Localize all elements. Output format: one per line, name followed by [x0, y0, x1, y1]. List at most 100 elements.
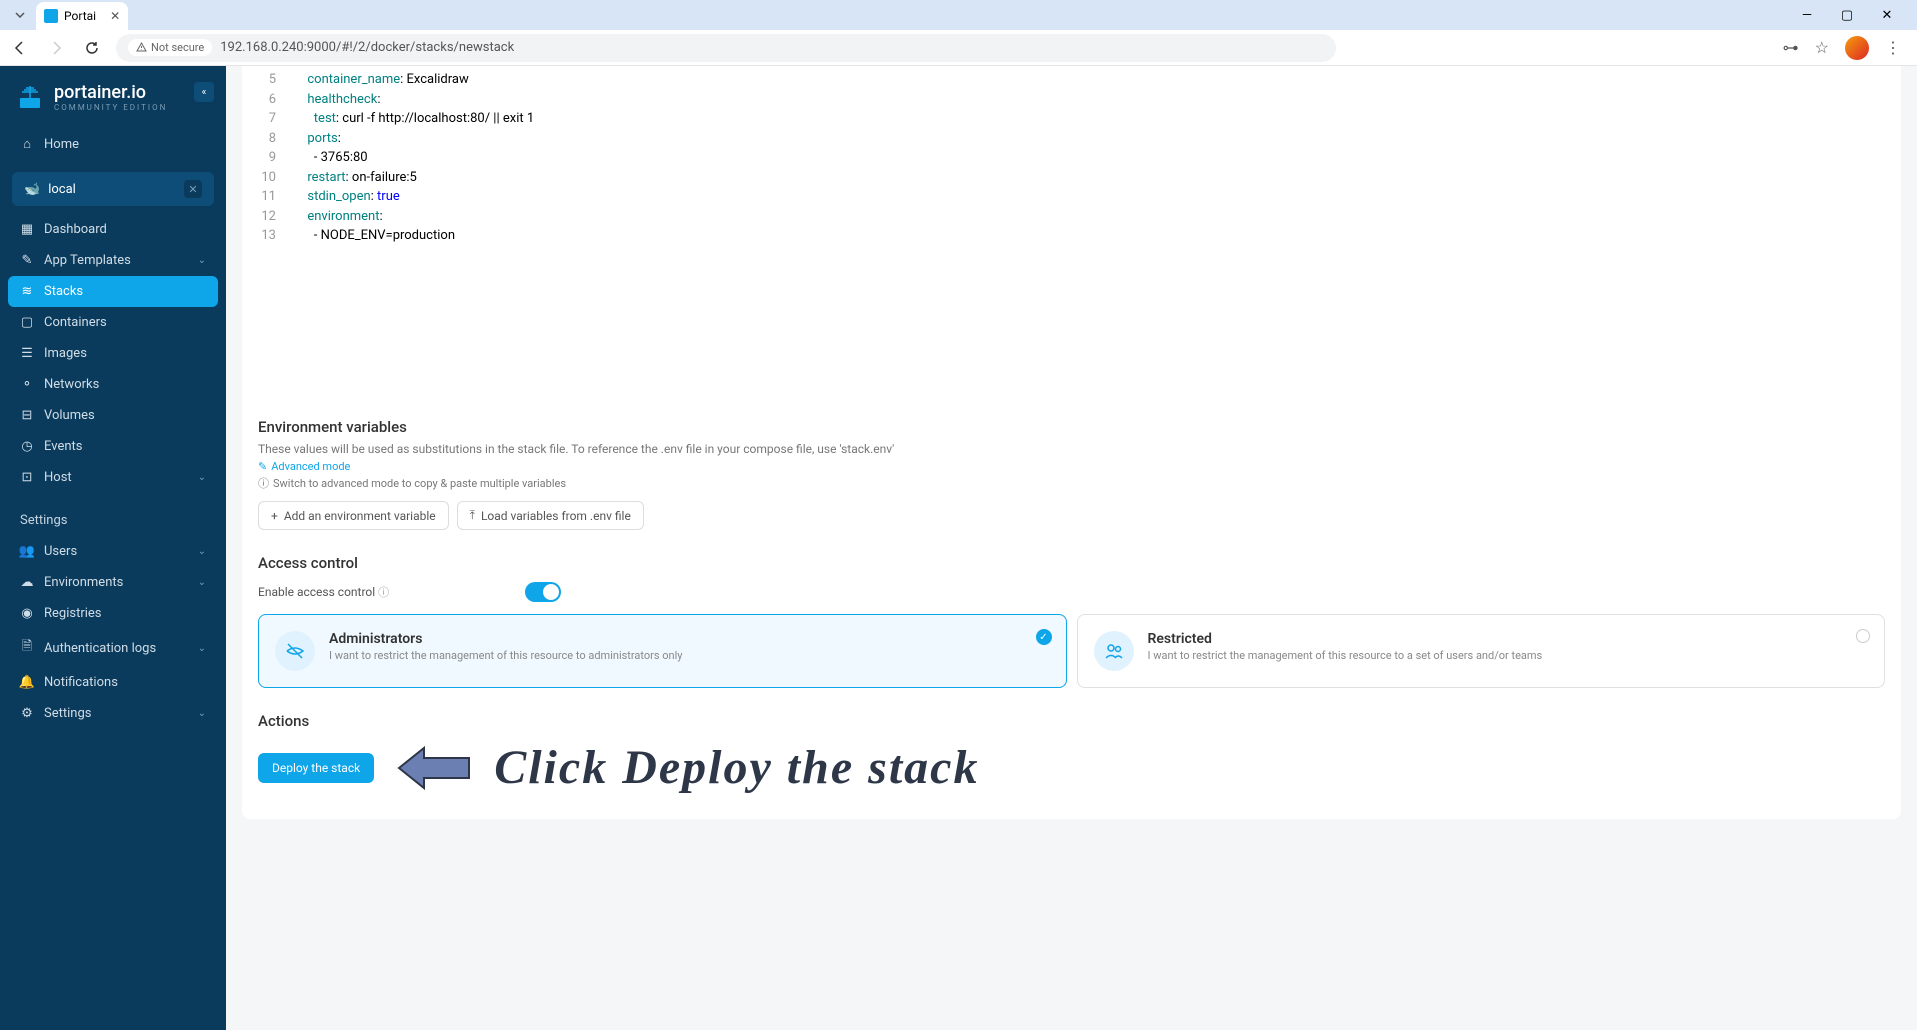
users-icon: [1104, 641, 1124, 661]
logo-subtitle: COMMUNITY EDITION: [54, 103, 167, 112]
tab-dropdown-icon[interactable]: [8, 3, 32, 27]
load-env-file-button[interactable]: ⤒ Load variables from .env file: [457, 501, 644, 530]
sidebar-item-auth-logs[interactable]: 🗎 Authentication logs ⌄: [8, 629, 218, 667]
code-editor[interactable]: 5 container_name: Excalidraw6 healthchec…: [242, 66, 1901, 406]
add-env-var-button[interactable]: + Add an environment variable: [258, 501, 449, 530]
logo-text: portainer.io: [54, 82, 167, 103]
check-icon: ✓: [1036, 629, 1052, 645]
card-desc: I want to restrict the management of thi…: [329, 649, 683, 662]
radio-unchecked-icon: [1856, 629, 1870, 643]
warning-icon: [136, 42, 147, 53]
card-title: Administrators: [329, 631, 683, 647]
sidebar-item-settings[interactable]: ⚙ Settings ⌄: [8, 698, 218, 729]
maximize-icon[interactable]: ▢: [1833, 8, 1861, 23]
sidebar-item-networks[interactable]: ⚬ Networks: [8, 369, 218, 400]
sidebar-item-notifications[interactable]: 🔔 Notifications: [8, 667, 218, 698]
card-title: Restricted: [1148, 631, 1543, 647]
code-line: 13 - NODE_ENV=production: [242, 226, 1901, 246]
card-desc: I want to restrict the management of thi…: [1148, 649, 1543, 662]
close-window-icon[interactable]: ✕: [1873, 8, 1901, 23]
sidebar-item-app-templates[interactable]: ✎ App Templates ⌄: [8, 245, 218, 276]
sidebar-item-containers[interactable]: ▢ Containers: [8, 307, 218, 338]
environment-badge[interactable]: 🐋 local ✕: [12, 172, 214, 206]
chevron-down-icon: ⌄: [198, 708, 206, 719]
sidebar-item-events[interactable]: ◷ Events: [8, 431, 218, 462]
sidebar-item-stacks[interactable]: ≋ Stacks: [8, 276, 218, 307]
radio-icon: ◉: [20, 606, 34, 621]
sidebar-item-dashboard[interactable]: ▦ Dashboard: [8, 214, 218, 245]
tab-close-icon[interactable]: ✕: [110, 9, 120, 23]
sidebar-item-users[interactable]: 👥 Users ⌄: [8, 536, 218, 567]
settings-header: Settings: [8, 493, 218, 536]
sidebar-item-images[interactable]: ☰ Images: [8, 338, 218, 369]
address-bar[interactable]: Not secure 192.168.0.240:9000/#!/2/docke…: [116, 34, 1336, 62]
env-vars-section: Environment variables These values will …: [242, 406, 1901, 542]
env-close-icon[interactable]: ✕: [184, 180, 202, 198]
sidebar-item-environments[interactable]: ☁ Environments ⌄: [8, 567, 218, 598]
tab-title: Portai: [64, 9, 96, 23]
access-control-toggle[interactable]: [525, 582, 561, 602]
sidebar-item-volumes[interactable]: ⊟ Volumes: [8, 400, 218, 431]
portainer-logo-icon: [16, 82, 46, 112]
browser-tab[interactable]: Portai ✕: [36, 2, 128, 30]
upload-icon: ⤒: [470, 508, 475, 523]
reload-icon[interactable]: [80, 36, 104, 60]
chevron-down-icon: ⌄: [198, 577, 206, 588]
code-line: 8 ports:: [242, 129, 1901, 149]
window-controls: — ▢ ✕: [1793, 8, 1909, 23]
code-line: 12 environment:: [242, 207, 1901, 227]
code-line: 10 restart: on-failure:5: [242, 168, 1901, 188]
menu-icon[interactable]: ⋮: [1885, 38, 1901, 57]
edit-icon: ✎: [258, 460, 267, 473]
code-line: 11 stdin_open: true: [242, 187, 1901, 207]
chevron-down-icon: ⌄: [198, 472, 206, 483]
code-line: 6 healthcheck:: [242, 90, 1901, 110]
advanced-mode-link[interactable]: ✎ Advanced mode: [258, 460, 1885, 473]
access-card-restricted[interactable]: Restricted I want to restrict the manage…: [1077, 614, 1886, 688]
user-avatar[interactable]: [1845, 36, 1869, 60]
deploy-stack-button[interactable]: Deploy the stack: [258, 753, 374, 783]
favicon-icon: [44, 9, 58, 23]
code-line: 5 container_name: Excalidraw: [242, 70, 1901, 90]
url-text: 192.168.0.240:9000/#!/2/docker/stacks/ne…: [220, 40, 514, 55]
forward-icon[interactable]: [44, 36, 68, 60]
info-icon: ⓘ: [258, 475, 269, 491]
access-card-administrators[interactable]: Administrators I want to restrict the ma…: [258, 614, 1067, 688]
sidebar: portainer.io COMMUNITY EDITION « ⌂ Home …: [0, 66, 226, 1030]
edit-icon: ✎: [20, 253, 34, 268]
home-icon: ⌂: [20, 136, 34, 152]
enable-access-label: Enable access control ⓘ: [258, 584, 389, 600]
annotation-arrow-icon: [394, 743, 474, 793]
main-content: 5 container_name: Excalidraw6 healthchec…: [226, 66, 1917, 1030]
share-icon: ⚬: [20, 377, 34, 392]
actions-title: Actions: [258, 712, 1885, 730]
back-icon[interactable]: [8, 36, 32, 60]
eye-off-icon: [285, 641, 305, 661]
actions-section: Actions Deploy the stack Click Deploy th…: [242, 700, 1901, 807]
browser-tab-strip: Portai ✕ — ▢ ✕: [0, 0, 1917, 30]
logo[interactable]: portainer.io COMMUNITY EDITION «: [8, 78, 218, 128]
help-icon[interactable]: ⓘ: [378, 586, 389, 599]
star-icon[interactable]: ☆: [1815, 38, 1829, 57]
list-icon: ☰: [20, 346, 34, 361]
bell-icon: 🔔: [20, 675, 34, 690]
access-control-title: Access control: [258, 554, 1885, 572]
database-icon: ⊟: [20, 408, 34, 423]
dashboard-icon: ▦: [20, 222, 34, 237]
collapse-sidebar-icon[interactable]: «: [194, 82, 214, 102]
layers-icon: ≋: [20, 284, 34, 299]
plus-icon: +: [271, 509, 278, 523]
env-vars-desc: These values will be used as substitutio…: [258, 442, 1885, 456]
code-line: 7 test: curl -f http://localhost:80/ || …: [242, 109, 1901, 129]
code-line: 9 - 3765:80: [242, 148, 1901, 168]
sidebar-item-registries[interactable]: ◉ Registries: [8, 598, 218, 629]
key-icon[interactable]: ⊶: [1783, 38, 1799, 57]
browser-toolbar: Not secure 192.168.0.240:9000/#!/2/docke…: [0, 30, 1917, 66]
env-vars-title: Environment variables: [258, 418, 1885, 436]
sidebar-item-host[interactable]: ⊡ Host ⌄: [8, 462, 218, 493]
info-text: ⓘ Switch to advanced mode to copy & past…: [258, 475, 1885, 491]
sidebar-item-home[interactable]: ⌂ Home: [8, 128, 218, 160]
minimize-icon[interactable]: —: [1793, 8, 1821, 23]
not-secure-badge[interactable]: Not secure: [128, 39, 212, 56]
clock-icon: ◷: [20, 439, 34, 454]
